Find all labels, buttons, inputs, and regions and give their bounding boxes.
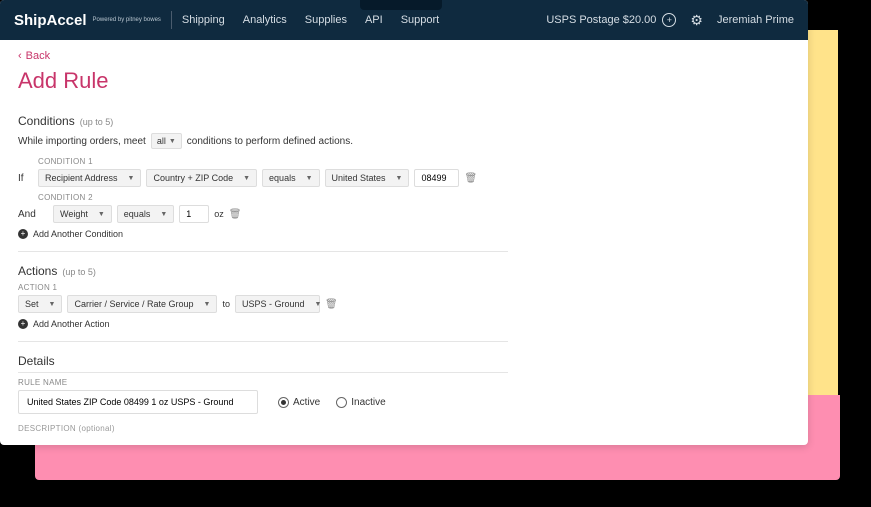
action-1-verb-select[interactable]: Set▼	[18, 295, 62, 313]
add-action-label: Add Another Action	[33, 319, 110, 329]
app-window: ShipAccel Powered by pitney bowes Shippi…	[0, 0, 808, 445]
nav-supplies[interactable]: Supplies	[305, 14, 347, 26]
conditions-intro-before: While importing orders, meet	[18, 136, 146, 147]
page-title: Add Rule	[18, 68, 790, 94]
add-condition-label: Add Another Condition	[33, 229, 123, 239]
postage-label: USPS Postage $20.00	[546, 14, 656, 26]
actions-heading: Actions	[18, 264, 57, 278]
plus-icon: +	[18, 319, 28, 329]
conditions-heading: Conditions	[18, 114, 75, 128]
caret-down-icon: ▼	[169, 138, 176, 145]
condition-1-delete-icon[interactable]: 🗑	[464, 173, 477, 184]
condition-1-field-select[interactable]: Recipient Address▼	[38, 169, 141, 187]
action-1-field-select[interactable]: Carrier / Service / Rate Group▼	[67, 295, 217, 313]
condition-1-subfield-select[interactable]: Country + ZIP Code▼	[146, 169, 257, 187]
actions-limit: (up to 5)	[62, 267, 96, 277]
plus-icon: +	[18, 229, 28, 239]
logo: ShipAccel	[14, 12, 87, 29]
condition-2-delete-icon[interactable]: 🗑	[229, 209, 242, 220]
details-heading: Details	[18, 354, 55, 368]
nav-api[interactable]: API	[365, 14, 383, 26]
condition-2-value-input[interactable]	[179, 205, 209, 223]
add-condition-button[interactable]: + Add Another Condition	[18, 229, 508, 239]
conditions-intro-after: conditions to perform defined actions.	[187, 136, 353, 147]
condition-1-country-select[interactable]: United States▼	[325, 169, 410, 187]
logo-text: ShipAccel	[14, 12, 87, 29]
status-active-radio[interactable]: Active	[278, 397, 320, 408]
add-action-button[interactable]: + Add Another Action	[18, 319, 508, 329]
match-mode-value: all	[157, 136, 166, 146]
condition-2-unit: oz	[214, 209, 224, 219]
description-label: DESCRIPTION (optional)	[18, 424, 508, 433]
nav-support[interactable]: Support	[401, 14, 440, 26]
chevron-left-icon: ‹	[18, 50, 22, 62]
action-1-value-select[interactable]: USPS - Ground▼	[235, 295, 320, 313]
status-inactive-label: Inactive	[351, 397, 385, 408]
condition-1-label: CONDITION 1	[38, 157, 508, 166]
divider	[171, 11, 172, 29]
action-1-delete-icon[interactable]: 🗑	[325, 299, 338, 310]
logo-subtext: Powered by pitney bowes	[93, 17, 161, 23]
status-inactive-radio[interactable]: Inactive	[336, 397, 385, 408]
nav-shipping[interactable]: Shipping	[182, 14, 225, 26]
conditions-limit: (up to 5)	[80, 117, 114, 127]
page-content: ‹ Back Add Rule Conditions (up to 5) Whi…	[0, 40, 808, 445]
condition-2-label: CONDITION 2	[38, 193, 508, 202]
postage-balance[interactable]: USPS Postage $20.00 +	[546, 13, 676, 27]
condition-1-zip-input[interactable]	[414, 169, 459, 187]
match-mode-select[interactable]: all ▼	[151, 133, 182, 149]
status-active-label: Active	[293, 397, 320, 408]
condition-2-prefix: And	[18, 209, 48, 220]
back-label: Back	[26, 50, 50, 62]
back-link[interactable]: ‹ Back	[18, 50, 790, 62]
action-1-to: to	[222, 299, 230, 309]
rule-name-label: RULE NAME	[18, 378, 508, 387]
action-1-label: ACTION 1	[18, 283, 508, 292]
settings-icon[interactable]: ⚙	[690, 12, 703, 29]
condition-1-prefix: If	[18, 173, 33, 184]
rule-name-input[interactable]	[18, 390, 258, 414]
conditions-section: Conditions (up to 5) While importing ord…	[18, 114, 508, 252]
condition-1-operator-select[interactable]: equals▼	[262, 169, 319, 187]
condition-2-field-select[interactable]: Weight▼	[53, 205, 112, 223]
details-section: Details RULE NAME Active Inactive DESCRI…	[18, 354, 508, 433]
browser-tab-decoration	[360, 0, 442, 10]
user-name[interactable]: Jeremiah Prime	[717, 14, 794, 26]
nav-analytics[interactable]: Analytics	[243, 14, 287, 26]
actions-section: Actions (up to 5) ACTION 1 Set▼ Carrier …	[18, 264, 508, 342]
condition-2-operator-select[interactable]: equals▼	[117, 205, 174, 223]
add-postage-icon[interactable]: +	[662, 13, 676, 27]
main-nav: Shipping Analytics Supplies API Support	[182, 14, 439, 26]
